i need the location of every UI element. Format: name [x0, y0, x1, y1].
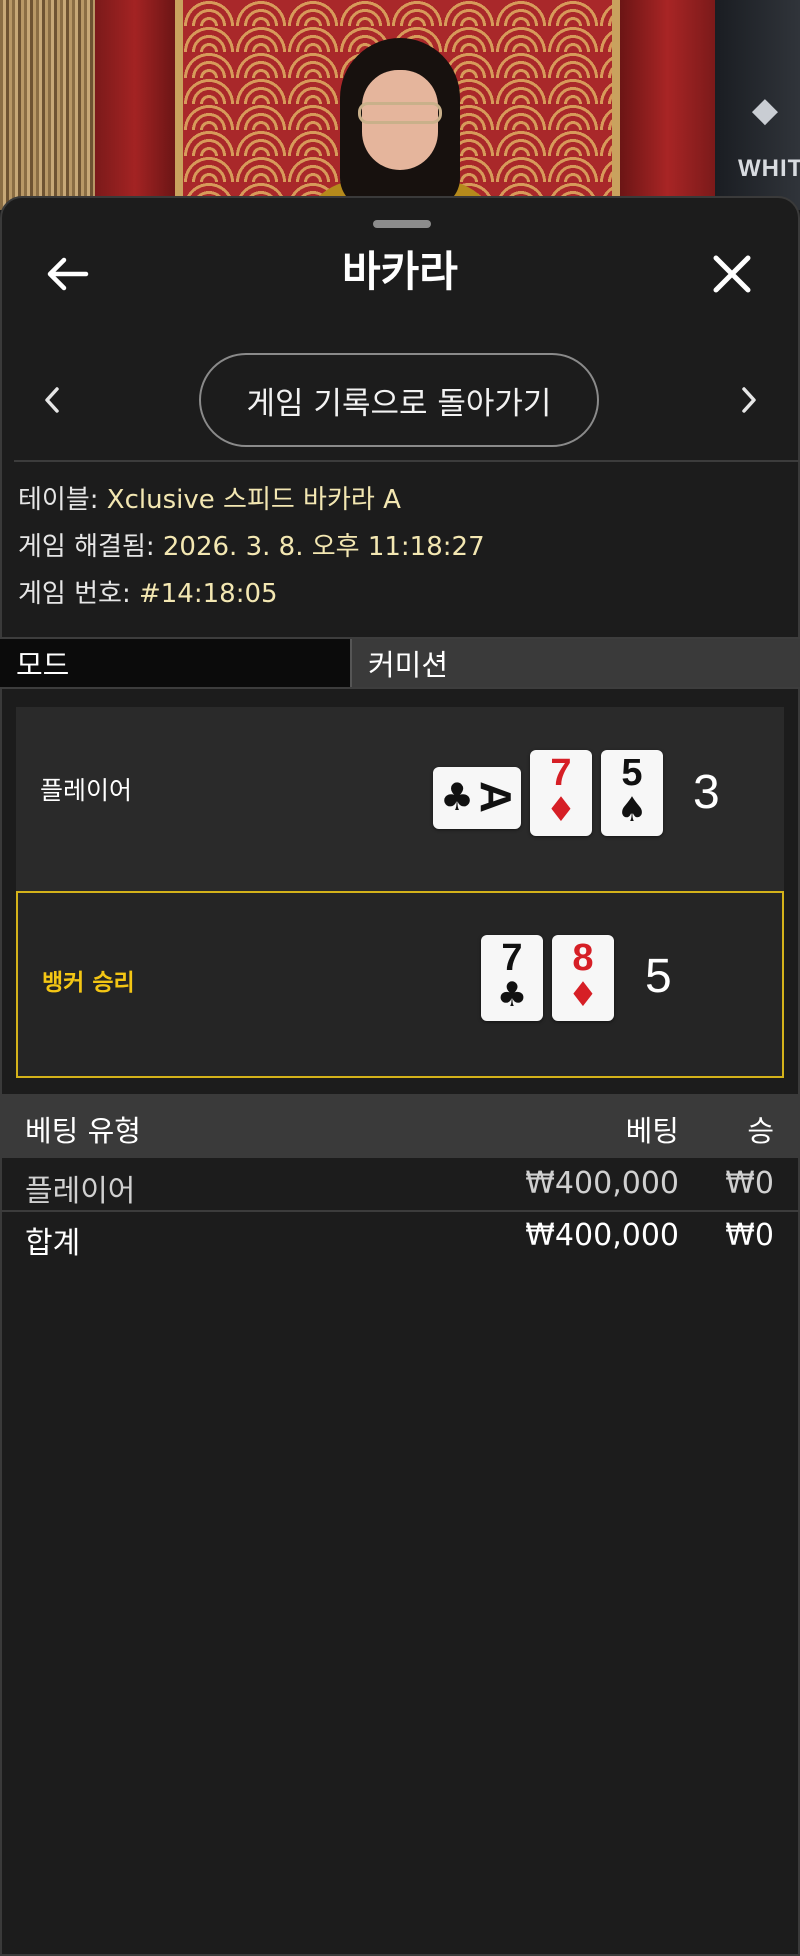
back-button[interactable]	[40, 246, 96, 302]
info-number-label: 게임 번호:	[18, 579, 131, 609]
club-suit-icon: ♣	[496, 975, 528, 1015]
player-card-3: 5 ♠	[601, 750, 663, 836]
player-score: 3	[693, 766, 720, 819]
player-card-2: 7 ♦	[530, 750, 592, 836]
total-win: ₩0	[725, 1218, 774, 1253]
tab-mode[interactable]: 모드	[0, 639, 352, 687]
info-table-label: 테이블:	[18, 485, 99, 515]
info-table: 테이블: Xclusive 스피드 바카라 A	[18, 482, 401, 518]
red-panel-right	[620, 0, 715, 210]
player-card-1: ♣ A	[433, 767, 521, 829]
banker-result: 뱅커 승리 7 ♣ 8 ♦ 5	[16, 891, 784, 1078]
table-row: 플레이어 ₩400,000 ₩0	[0, 1160, 800, 1212]
chevron-right-icon	[742, 387, 756, 413]
close-button[interactable]	[704, 246, 760, 302]
total-label: 합계	[25, 1226, 81, 1261]
total-bet: ₩400,000	[525, 1218, 679, 1253]
info-resolved-label: 게임 해결됨:	[18, 532, 155, 562]
diamond-suit-icon: ♦	[567, 975, 599, 1015]
player-result: 플레이어 ♣ A 7 ♦ 5 ♠ 3	[16, 707, 784, 891]
brand-logo-icon: ◆	[751, 90, 779, 130]
info-number-value: #14:18:05	[138, 579, 278, 609]
drag-handle[interactable]	[373, 220, 431, 228]
column-bet: 베팅	[625, 1114, 679, 1148]
live-video-backdrop: ◆ WHIT	[0, 0, 800, 210]
dealer-figure	[300, 30, 500, 210]
info-resolved-value: 2026. 3. 8. 오후 11:18:27	[162, 532, 485, 562]
banker-card-1: 7 ♣	[481, 935, 543, 1021]
banker-win-label: 뱅커 승리	[42, 970, 135, 996]
diamond-suit-icon: ♦	[545, 790, 577, 830]
card-rank: 7	[501, 937, 523, 979]
bets-table-header: 베팅 유형 베팅 승	[0, 1094, 800, 1158]
view-tabs: 모드 커미션	[0, 637, 800, 689]
previous-game-button[interactable]	[32, 378, 72, 422]
card-rank: 5	[621, 752, 643, 794]
brand-text: WHIT	[738, 155, 800, 182]
total-row: 합계 ₩400,000 ₩0	[0, 1212, 800, 1262]
banker-card-2: 8 ♦	[552, 935, 614, 1021]
card-rank: 7	[550, 752, 572, 794]
spade-suit-icon: ♠	[616, 790, 648, 830]
info-game-number: 게임 번호: #14:18:05	[18, 576, 278, 612]
next-game-button[interactable]	[729, 378, 769, 422]
info-table-value: Xclusive 스피드 바카라 A	[106, 485, 401, 515]
column-bet-type: 베팅 유형	[25, 1114, 141, 1148]
win-amount-cell: ₩0	[725, 1166, 774, 1201]
player-label: 플레이어	[40, 776, 133, 805]
tab-commission[interactable]: 커미션	[352, 639, 800, 687]
gold-curtain	[0, 0, 95, 210]
arrow-left-icon	[47, 257, 89, 291]
red-panel-left	[95, 0, 175, 210]
card-rank: A	[471, 781, 520, 813]
divider	[14, 460, 800, 462]
chevron-left-icon	[45, 387, 59, 413]
back-to-history-button[interactable]: 게임 기록으로 돌아가기	[199, 353, 599, 447]
bet-amount-cell: ₩400,000	[525, 1166, 679, 1201]
bet-type-cell: 플레이어	[25, 1174, 136, 1209]
card-rank: 8	[572, 937, 594, 979]
close-icon	[713, 255, 751, 293]
page-title: 바카라	[342, 247, 458, 296]
column-win: 승	[747, 1114, 774, 1148]
banker-score: 5	[645, 950, 672, 1003]
info-resolved: 게임 해결됨: 2026. 3. 8. 오후 11:18:27	[18, 529, 485, 565]
